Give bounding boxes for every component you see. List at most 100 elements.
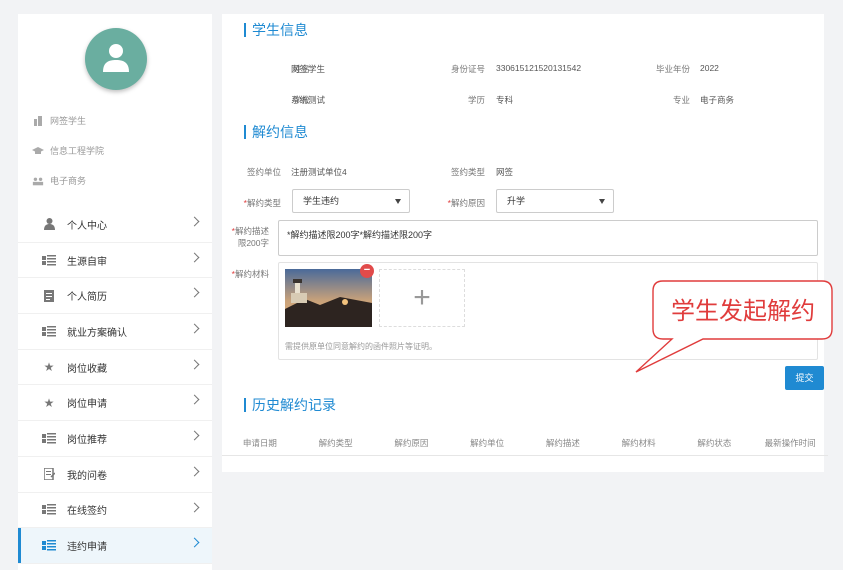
caret-down-icon (599, 199, 605, 204)
section-title-text: 学生信息 (252, 22, 308, 38)
profile-major: 电子商务 (50, 176, 87, 186)
section-marker (244, 398, 246, 412)
star-icon: ★ (43, 360, 55, 375)
section-title-text: 历史解约记录 (252, 397, 336, 413)
select-value: 升学 (507, 196, 526, 206)
sidebar-item-my-survey[interactable]: 我的问卷 (18, 457, 212, 493)
chevron-right-icon (189, 323, 200, 334)
sidebar-item-online-signing[interactable]: 在线签约 (18, 493, 212, 529)
id-label: 身份证号 (450, 64, 485, 74)
plus-icon: + (413, 281, 431, 314)
profile-major-line: 电子商务 (32, 174, 86, 187)
student-info-title: 学生信息 (244, 20, 308, 40)
chevron-right-icon (189, 466, 200, 477)
chevron-right-icon (189, 359, 200, 370)
sidebar-item-label: 违约申请 (67, 542, 107, 554)
termination-reason-label: *解约原因 (447, 198, 485, 208)
section-marker (244, 23, 246, 37)
column-header: 申请日期 (242, 437, 277, 448)
sidebar-item-termination-request[interactable]: 违约申请 (18, 528, 212, 564)
sidebar-item-job-recommend[interactable]: 岗位推荐 (18, 421, 212, 457)
history-table-header: 申请日期 解约类型 解约原因 解约单位 解约描述 解约材料 解约状态 最新操作时… (222, 430, 828, 456)
sidebar-item-label: 个人中心 (67, 220, 107, 232)
column-header: 解约材料 (621, 437, 656, 448)
sign-unit-label: 签约单位 (246, 167, 281, 177)
sign-type-label: 签约类型 (450, 167, 485, 177)
id-value: 330615121520131542 (496, 63, 582, 73)
section-title-text: 解约信息 (252, 124, 308, 140)
chevron-right-icon (189, 537, 200, 548)
sidebar-item-job-favorites[interactable]: ★ 岗位收藏 (18, 350, 212, 386)
add-material-button[interactable]: + (379, 269, 465, 327)
avatar[interactable] (85, 28, 147, 90)
sidebar-item-label: 岗位收藏 (67, 363, 107, 375)
remove-photo-button[interactable]: − (360, 264, 374, 278)
sidebar-item-label: 个人简历 (67, 292, 107, 304)
column-header: 解约原因 (394, 437, 429, 448)
sidebar-item-resume[interactable]: 个人简历 (18, 278, 212, 315)
column-header: 解约类型 (318, 437, 353, 448)
column-header: 解约描述 (545, 437, 580, 448)
list-icon (42, 540, 56, 552)
caret-down-icon (395, 199, 401, 204)
sidebar-item-label: 在线签约 (67, 506, 107, 518)
sidebar-item-source-review[interactable]: 生源自审 (18, 243, 212, 279)
sidebar-item-job-applications[interactable]: ★ 岗位申请 (18, 385, 212, 422)
chevron-right-icon (189, 287, 200, 298)
star-icon: ★ (43, 395, 55, 410)
chevron-right-icon (189, 502, 200, 512)
major-value: 电子商务 (700, 95, 735, 105)
grad-year-label: 毕业年份 (655, 64, 690, 74)
sign-unit-value: 注册测试单位4 (291, 167, 347, 177)
education-label: 学历 (467, 95, 485, 105)
user-icon (103, 44, 129, 72)
column-header: 解约单位 (470, 437, 505, 448)
main-panel: 学生信息 姓名 网签学生 身份证号 330615121520131542 毕业年… (222, 14, 828, 472)
termination-type-select[interactable]: 学生违约 (292, 189, 410, 213)
chevron-right-icon (189, 430, 200, 441)
profile-college: 信息工程学院 (50, 146, 105, 156)
description-textarea[interactable]: *解约描述限200字*解约描述限200字 (278, 220, 818, 256)
material-label: *解约材料 (231, 269, 269, 279)
description-label: *解约描述 限200字 (231, 226, 269, 248)
section-marker (244, 125, 246, 139)
uploaded-photo-thumbnail[interactable] (285, 269, 372, 327)
person-icon (42, 218, 56, 231)
sidebar-item-label: 岗位推荐 (67, 434, 107, 446)
list-icon (42, 504, 56, 516)
chevron-right-icon (189, 394, 200, 405)
sidebar: 网签学生 信息工程学院 电子商务 个人中心 生源自审 个人简历 就业方案确认 ★… (18, 14, 212, 570)
education-value: 专科 (496, 95, 514, 105)
chevron-right-icon (189, 216, 200, 227)
major-label: 专业 (672, 95, 690, 105)
profile-college-line: 信息工程学院 (32, 144, 104, 157)
document-icon (42, 289, 56, 302)
profile-name: 网签学生 (50, 116, 87, 126)
building-icon (32, 115, 44, 126)
list-icon (42, 325, 56, 337)
chevron-right-icon (189, 252, 200, 263)
column-header: 最新操作时间 (764, 437, 816, 448)
profile-name-line: 网签学生 (32, 114, 86, 127)
sidebar-item-personal-center[interactable]: 个人中心 (18, 207, 212, 243)
graduation-cap-icon (32, 146, 44, 156)
name-value: 网签学生 (291, 64, 326, 74)
sign-type-value: 网签 (496, 167, 514, 177)
school-value: 系统测试 (291, 95, 326, 105)
sidebar-item-label: 就业方案确认 (67, 327, 127, 339)
sidebar-item-label: 生源自审 (67, 256, 107, 268)
sidebar-item-employment-plan[interactable]: 就业方案确认 (18, 314, 212, 350)
termination-reason-select[interactable]: 升学 (496, 189, 614, 213)
sidebar-item-label: 岗位申请 (67, 399, 107, 411)
column-header: 解约状态 (697, 437, 732, 448)
sidebar-item-label: 我的问卷 (67, 470, 107, 482)
grad-year-value: 2022 (700, 63, 719, 73)
upload-hint: 需提供原单位同意解约的函件照片等证明。 (285, 342, 437, 351)
select-value: 学生违约 (303, 196, 340, 206)
termination-type-label: *解约类型 (243, 198, 281, 208)
termination-info-title: 解约信息 (244, 122, 308, 142)
survey-icon (42, 468, 56, 481)
history-title: 历史解约记录 (244, 395, 336, 415)
list-icon (42, 254, 56, 266)
submit-button[interactable]: 提交 (785, 366, 824, 390)
